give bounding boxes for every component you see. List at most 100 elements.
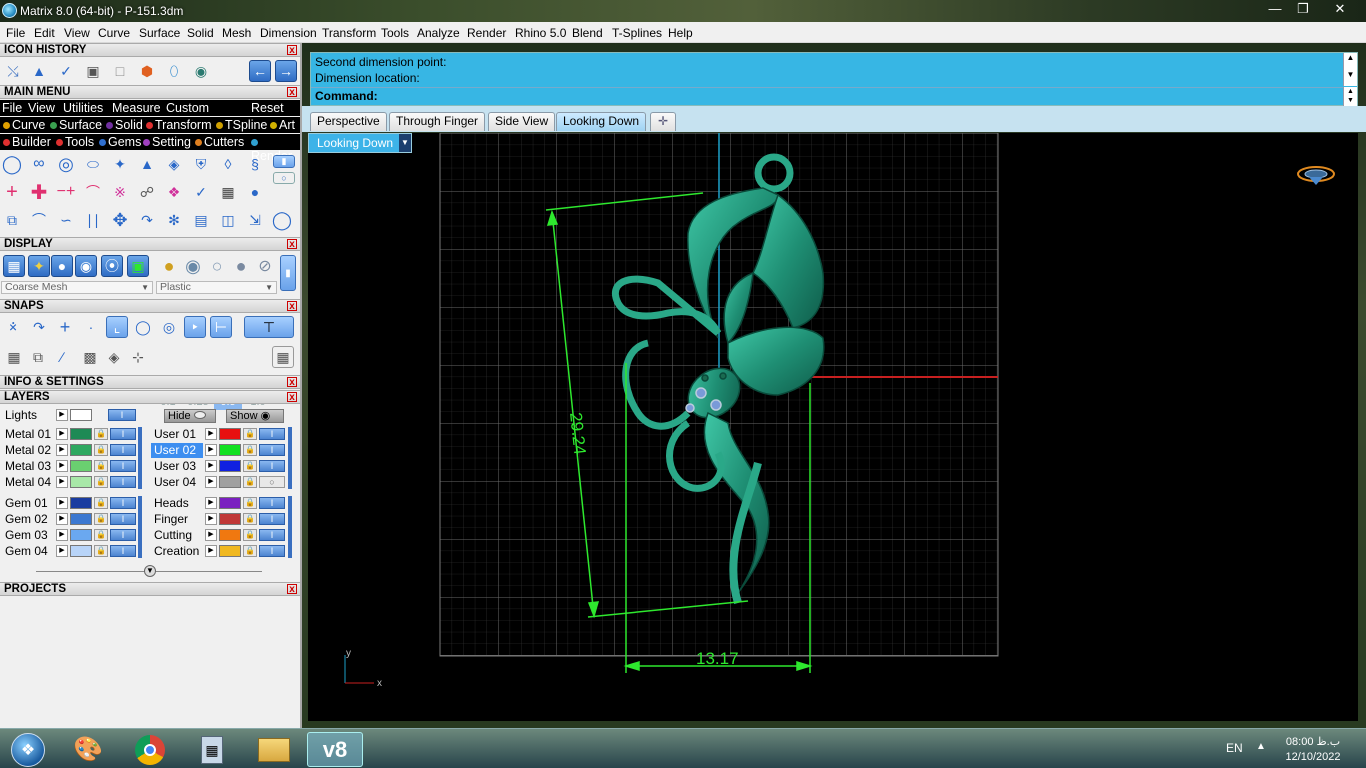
mm-curve[interactable]: Curve <box>3 118 45 132</box>
layer-visibility-toggle[interactable]: I <box>259 428 285 440</box>
pattern-icon[interactable]: ❖ <box>163 181 185 203</box>
snaps-header[interactable]: SNAPS x <box>0 299 300 313</box>
layer-metal-04[interactable]: Metal 04 ▶ 🔒 I <box>2 475 142 490</box>
close-icon[interactable]: x <box>287 392 297 403</box>
menu-view[interactable]: View <box>64 26 90 40</box>
layers-header[interactable]: LAYERS x <box>0 390 300 404</box>
tray-date[interactable]: 12/10/2022 <box>1280 751 1346 763</box>
close-button[interactable]: ✕ <box>1326 0 1354 18</box>
layer-visibility-toggle[interactable]: I <box>110 545 136 557</box>
close-icon[interactable]: x <box>287 301 297 312</box>
lock-icon[interactable]: 🔒 <box>94 529 108 541</box>
menu-analyze[interactable]: Analyze <box>417 26 460 40</box>
snap-grid-icon[interactable]: + <box>54 316 76 338</box>
ring-icon[interactable]: ◎ <box>55 153 77 175</box>
play-icon[interactable]: ▶ <box>205 476 217 488</box>
lock-icon[interactable]: 🔒 <box>94 428 108 440</box>
mm-art[interactable]: Art <box>270 118 295 132</box>
lock-icon[interactable]: 🔒 <box>243 444 257 456</box>
play-icon[interactable]: ▶ <box>56 444 68 456</box>
layer-user-01[interactable]: User 01 ▶ 🔒 I <box>151 427 291 442</box>
curve-points-icon[interactable]: ⤯ <box>2 60 24 82</box>
layer-gem-02[interactable]: Gem 02 ▶ 🔒 I <box>2 512 142 527</box>
mm-solid[interactable]: Solid <box>106 118 143 132</box>
layer-visibility-toggle[interactable]: I <box>110 428 136 440</box>
metal-material-icon[interactable]: ◉ <box>182 255 204 277</box>
play-icon[interactable]: ▶ <box>205 529 217 541</box>
command-history-scrollbar[interactable]: ▲ ▼ <box>1343 53 1357 86</box>
mm-cutters[interactable]: Cutters <box>195 135 244 149</box>
play-icon[interactable]: ▶ <box>56 428 68 440</box>
gem-display-icon[interactable]: ▣ <box>127 255 149 277</box>
display-header[interactable]: DISPLAY x <box>0 237 300 251</box>
layer-visibility-toggle[interactable]: I <box>110 460 136 472</box>
layer-color-swatch[interactable] <box>219 529 241 541</box>
lock-icon[interactable]: 🔒 <box>94 476 108 488</box>
layer-metal-02[interactable]: Metal 02 ▶ 🔒 I <box>2 443 142 458</box>
lock-icon[interactable]: 🔒 <box>94 497 108 509</box>
play-icon[interactable]: ▶ <box>205 545 217 557</box>
menu-help[interactable]: Help <box>668 26 693 40</box>
mm-view[interactable]: View <box>28 101 55 115</box>
menu-blend[interactable]: Blend <box>572 26 603 40</box>
view-selector-dropdown[interactable]: Looking Down ▼ <box>308 133 412 153</box>
shaded-icon[interactable]: ✦ <box>28 255 50 277</box>
surface-icon[interactable]: ⬯ <box>163 60 185 82</box>
mm-file[interactable]: File <box>2 101 22 115</box>
layer-gem-01[interactable]: Gem 01 ▶ 🔒 I <box>2 496 142 511</box>
close-icon[interactable]: x <box>287 239 297 250</box>
mm-reset[interactable]: Reset <box>251 101 284 115</box>
layer-color-swatch[interactable] <box>70 497 92 509</box>
mirror-icon[interactable]: ∣∣ <box>82 209 104 231</box>
layer-color-swatch[interactable] <box>70 513 92 525</box>
collapse-toolbar-icon[interactable]: ○ <box>273 172 295 184</box>
layer-gem-03[interactable]: Gem 03 ▶ 🔒 I <box>2 528 142 543</box>
layer-visibility-toggle[interactable]: I <box>110 444 136 456</box>
layer-hidden-toggle[interactable]: ○ <box>259 476 285 488</box>
no-material-icon[interactable]: ⊘ <box>254 255 276 277</box>
gold-material-icon[interactable]: ● <box>158 255 180 277</box>
render-sphere-icon[interactable]: ◉ <box>190 60 212 82</box>
diamond-snap-icon[interactable]: ◈ <box>103 346 125 368</box>
axis-snap-icon[interactable]: ⊹ <box>127 346 149 368</box>
sweep-icon[interactable]: ∽ <box>55 209 77 231</box>
scroll-down-icon[interactable]: ▼ <box>1344 70 1357 79</box>
lock-icon[interactable]: 🔒 <box>243 545 257 557</box>
layer-color-swatch[interactable] <box>219 444 241 456</box>
layers-collapse-icon[interactable]: ▼ <box>144 565 156 577</box>
layer-color-swatch[interactable] <box>70 444 92 456</box>
play-icon[interactable]: ▶ <box>56 476 68 488</box>
play-icon[interactable]: ▶ <box>56 513 68 525</box>
bezel-icon[interactable]: ◈ <box>163 153 185 175</box>
grid-icon[interactable]: ▦ <box>217 181 239 203</box>
tray-language[interactable]: EN <box>1226 741 1243 755</box>
display-object-icon[interactable]: ▣ <box>82 60 104 82</box>
play-icon[interactable]: ▶ <box>56 545 68 557</box>
menu-solid[interactable]: Solid <box>187 26 214 40</box>
close-icon[interactable]: x <box>287 45 297 56</box>
group-icon[interactable]: ▤ <box>190 209 212 231</box>
layer-user-02[interactable]: User 02 ▶ 🔒 I <box>151 443 291 458</box>
layer-color-swatch[interactable] <box>70 409 92 421</box>
lock-icon[interactable]: 🔒 <box>243 476 257 488</box>
lock-icon[interactable]: 🔒 <box>243 460 257 472</box>
mm-custom[interactable]: Custom <box>166 101 209 115</box>
minimize-button[interactable]: — <box>1262 0 1288 18</box>
circle-outline-icon[interactable]: ◯ <box>271 209 293 231</box>
layer-color-swatch[interactable] <box>219 513 241 525</box>
viewport-looking-down[interactable]: 29.24 13.17 y x Looking Down ▼ <box>308 133 1358 721</box>
snap-end-icon[interactable]: ⨰ <box>2 316 24 338</box>
play-icon[interactable]: ▶ <box>56 460 68 472</box>
taskbar-chrome[interactable] <box>122 732 178 767</box>
spin-down-icon[interactable]: ▼ <box>1344 96 1357 105</box>
mm-builder[interactable]: Builder <box>3 135 51 149</box>
snap-point-icon[interactable]: · <box>80 316 102 338</box>
new-document-icon[interactable]: □ <box>109 60 131 82</box>
circle-icon[interactable]: ◯ <box>1 153 23 175</box>
lock-icon[interactable]: 🔒 <box>94 545 108 557</box>
mm-transform[interactable]: Transform <box>146 118 212 132</box>
close-icon[interactable]: x <box>287 87 297 98</box>
hide-layers-button[interactable]: Hide <box>164 409 216 423</box>
menu-rhino[interactable]: Rhino 5.0 <box>515 26 566 40</box>
display-options-icon[interactable]: ▮ <box>280 255 296 291</box>
